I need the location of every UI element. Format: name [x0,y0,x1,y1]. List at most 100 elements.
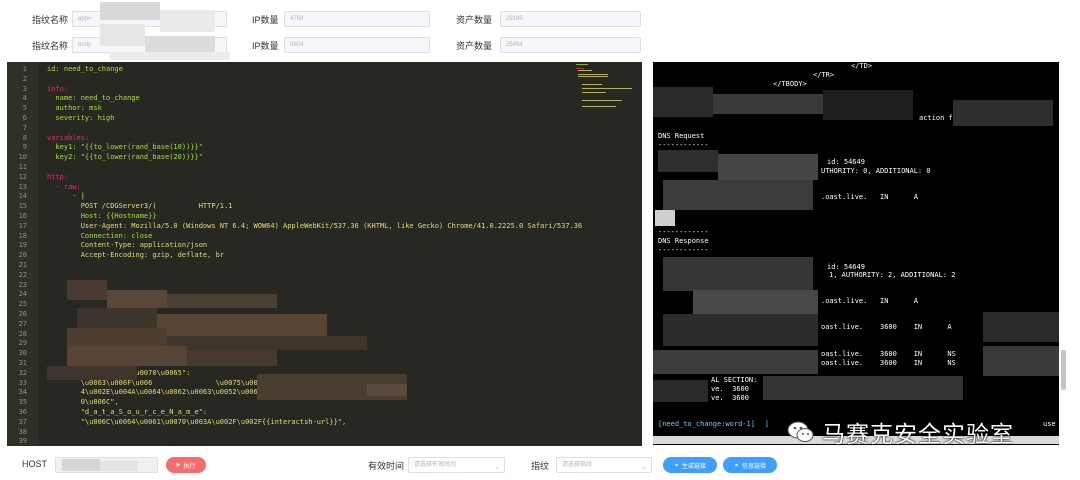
line-number: 5 [22,104,27,113]
mosaic-block [663,314,818,346]
code-text: http: [47,172,69,181]
editor-line: 39 [7,436,642,446]
editor-line: 15 POST /CDGServer3/( HTTP/1.1 [7,201,642,211]
ip-count-input[interactable]: 8904 [284,37,430,53]
mosaic-block [953,100,1053,126]
fingerprint-select[interactable]: 请选择指纹 ⌄ [556,457,652,473]
terminal-line: AL SECTION: [711,376,758,384]
terminal-output[interactable]: </TD> </TR> </TBODY> action f DNS Reques… [653,62,1059,445]
mosaic-block [983,312,1059,342]
terminal-line: [need_to_change:word-1] [658,420,755,428]
host-label: HOST [22,459,48,469]
minimap-line [578,70,592,71]
code-text: author: msk [47,104,102,113]
mosaic-block [655,210,675,226]
info-link-button[interactable]: ⚭ 信息链接 [723,457,777,473]
ip-count-input[interactable]: 4759 [284,11,430,27]
line-number: 16 [18,212,27,220]
editor-line: 38 [7,427,642,437]
line-number: 21 [18,261,27,269]
code-editor[interactable]: 1 id: need_to_change 2 3 info: 4 name: need_t… [7,62,642,446]
code-text: severity: high [47,114,115,122]
line-number: 2 [22,74,27,83]
editor-line: 17 User-Agent: Mozilla/5.0 (Windows NT 6… [7,221,642,231]
ip-count-label: IP数量 [252,14,279,25]
watermark: 马赛克安全实验室 [786,415,1014,449]
line-number: 10 [18,153,27,162]
terminal-line: </TD> [851,62,873,70]
line-number: 31 [18,359,27,367]
terminal-line: </TR> [813,71,835,79]
watermark-text: 马赛克安全实验室 [822,422,1014,448]
code-text: 4\u002E\u004A\u0064\u0062\u0063\u0052\u0… [47,388,288,397]
terminal-line: oast.live. 3600 IN A [821,323,952,331]
valid-time-placeholder: 请选择有效时间 [414,462,457,468]
terminal-line: .oast.live. IN A [821,193,918,201]
link-icon: ⚭ [733,462,739,469]
line-number: 35 [18,398,27,407]
terminal-line: oast.live. 3600 IN NS [821,359,956,367]
code-text: id: need_to_change [47,65,123,73]
mosaic-block [653,350,818,374]
mosaic-block [663,257,813,291]
code-text: Connection: close [47,231,153,240]
mosaic-block [67,328,167,346]
line-number: 12 [18,172,27,181]
editor-minimap[interactable] [574,62,634,122]
link-icon: ⚭ [673,462,679,469]
line-number: 25 [18,300,27,309]
editor-line: 6 severity: high [7,113,642,123]
minimap-line [578,74,608,75]
minimap-line [578,76,608,77]
line-number: 29 [18,339,27,348]
mosaic-block [100,2,160,20]
editor-line: 14 - | [7,191,642,201]
editor-line: 18 Connection: close [7,231,642,241]
mosaic-block [718,154,818,180]
line-number: 18 [18,231,27,240]
terminal-line: DNS Request [658,132,705,140]
code-text: key2: "{{to_lower(rand_base(20))}}" [47,153,203,162]
line-number: 27 [18,319,27,328]
minimap-line [576,64,588,65]
run-button[interactable]: ▶ 执行 [166,457,206,473]
code-text: User-Agent: Mozilla/5.0 (Windows NT 6.4;… [47,221,583,230]
terminal-line: DNS Response [658,237,709,245]
editor-line: 22 [7,270,642,280]
terminal-line: ------------ [658,246,709,254]
valid-time-select[interactable]: 请选择有效时间 ⌄ [408,457,505,473]
play-icon: ▶ [176,462,181,468]
line-number: 13 [18,182,27,191]
code-text: "d_a_t_a_S_o_u_r_c_e_N_a_m_e": [47,408,208,416]
terminal-line: action f [919,114,953,122]
code-text: name: need_to_change [47,94,140,103]
mosaic-block [67,346,187,366]
mosaic-block [663,180,813,210]
line-number: 19 [18,241,27,250]
line-number: 17 [18,221,27,230]
generate-link-button[interactable]: ⚭ 生成链接 [663,457,717,473]
mosaic-block [658,150,718,172]
line-number: 37 [18,417,27,426]
terminal-line: ------------ [658,228,709,236]
terminal-line: use [1043,420,1056,428]
asset-count-input[interactable]: 25494 [500,37,641,53]
chevron-down-icon: ⌄ [494,465,500,471]
line-number: 6 [22,114,27,122]
host-input[interactable] [55,457,158,473]
editor-line: 9 key1: "{{to_lower(rand_base(10))}}" [7,142,642,152]
editor-line: 19 Content-Type: application/json [7,240,642,250]
terminal-scrollbar[interactable] [1061,350,1066,390]
mosaic-block [62,459,100,471]
asset-count-input[interactable]: 29190 [500,11,641,27]
line-number: 39 [18,437,27,446]
editor-line: 12 http: [7,172,642,182]
mosaic-block [157,314,327,336]
mosaic-block [983,346,1059,376]
line-number: 32 [18,368,27,377]
editor-line: 3 info: [7,84,642,94]
terminal-line: oast.live. 3600 IN NS [821,350,956,358]
editor-line: 37 "\u006C\u0064\u0061\u0070\u003A\u002F… [7,417,642,427]
code-text: info: [47,84,69,93]
asset-count-label: 资产数量 [456,40,493,51]
